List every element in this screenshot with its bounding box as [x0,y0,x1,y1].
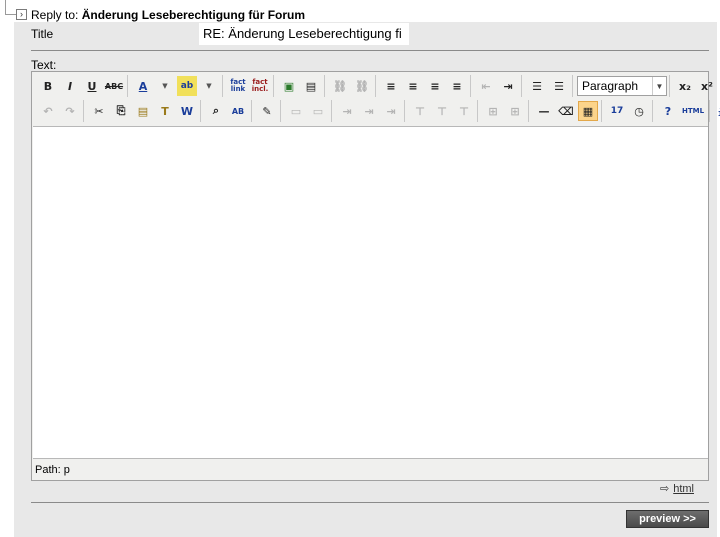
toolbar-group-table-merge: ⊞ ⊞ [480,100,529,122]
copy-button[interactable]: ⎘ [111,101,131,121]
toolbar-group-clipboard: ✂ ⎘ ▤ T W [86,100,201,122]
dropdown-arrow-icon[interactable]: ▼ [199,76,219,96]
replace-button[interactable]: AB [228,101,248,121]
text-label: Text: [31,58,57,72]
col-insert-after-button[interactable]: ⊤ [432,101,452,121]
char-map-button[interactable]: AA123 [715,101,720,121]
arrow-right-icon: ⇨ [660,483,670,495]
indent-button[interactable]: ⇥ [498,76,518,96]
insert-time-button[interactable]: ◷ [629,101,649,121]
editor-content-area[interactable] [33,126,708,459]
format-select[interactable]: Paragraph ▼ [577,76,667,96]
subscript-button[interactable]: x₂ [675,76,695,96]
toolbar-group-link: ⛓ ⛓ [327,75,376,97]
highlight-color-button[interactable]: ab [177,76,197,96]
table-merge-button[interactable]: ⊞ [505,101,525,121]
save-button[interactable]: ▤ [301,76,321,96]
col-after-button[interactable]: ⇥ [381,101,401,121]
table-split-button[interactable]: ⊞ [483,101,503,121]
superscript-button[interactable]: x² [697,76,717,96]
chevron-down-icon: ▼ [652,77,666,95]
tree-line-horizontal [5,14,16,15]
toolbar-group-help: ? HTML [655,100,710,122]
paste-word-button[interactable]: W [177,101,197,121]
reply-header: Reply to: Änderung Leseberechtigung für … [31,8,305,22]
edit-button[interactable]: ✎ [257,101,277,121]
table-button[interactable]: ▦ [578,101,598,121]
title-label: Title [31,27,54,41]
toolbar-group-block: Paragraph ▼ [575,75,670,97]
align-right-button[interactable]: ≡ [425,76,445,96]
html-toggle-link[interactable]: ⇨ html [660,482,694,496]
numbered-list-button[interactable]: ☰ [549,76,569,96]
paste-text-button[interactable]: T [155,101,175,121]
toolbar-group-script: x₂ x² Ω [672,75,720,97]
col-before-button[interactable]: ⇥ [359,101,379,121]
expand-icon[interactable]: › [16,9,27,20]
toolbar-group-indent: ⇤ ⇥ [473,75,522,97]
cut-button[interactable]: ✂ [89,101,109,121]
preview-button[interactable]: preview >> [626,510,709,528]
tree-line-vertical [5,0,6,14]
toolbar-group-table-ops: ⇥ ⇥ ⇥ [334,100,405,122]
toolbar-group-search: ⌕ AB [203,100,252,122]
horizontal-rule-button[interactable]: — [534,101,554,121]
remove-format-button[interactable]: ⌫ [556,101,576,121]
reply-topic: Änderung Leseberechtigung für Forum [81,8,306,22]
toolbar-group-color: A ▼ ab ▼ [130,75,223,97]
underline-button[interactable]: U [82,76,102,96]
insert-date-button[interactable]: 17 [607,101,627,121]
toolbar-group-charmap: AA123 [712,100,720,122]
redo-button[interactable]: ↷ [60,101,80,121]
title-input[interactable]: RE: Änderung Leseberechtigung fi [199,23,409,45]
toolbar-group-edit: ✎ [254,100,281,122]
format-select-value: Paragraph [582,79,639,93]
col-delete-button[interactable]: ⊤ [454,101,474,121]
delete-row-button[interactable]: ⇥ [337,101,357,121]
link-button[interactable]: ⛓ [330,76,350,96]
toolbar-row-1: B I U ABC A ▼ ab ▼ fact link fact incl. ▣ … [35,75,720,97]
fact-incl-button[interactable]: fact incl. [250,76,270,96]
row-after-button[interactable]: ▭ [308,101,328,121]
fact-link-button[interactable]: fact link [228,76,248,96]
toolbar-group-format: B I U ABC [35,75,128,97]
toolbar-group-lists: ☰ ☰ [524,75,573,97]
find-button[interactable]: ⌕ [206,101,226,121]
toolbar-row-2: ↶ ↷ ✂ ⎘ ▤ T W ⌕ AB ✎ ▭ ▭ ⇥ ⇥ ⇥ ⊤ ⊤ ⊤ ⊞ ⊞… [35,100,720,122]
toolbar-group-datetime: 17 ◷ [604,100,653,122]
toolbar-group-history: ↶ ↷ [35,100,84,122]
italic-button[interactable]: I [60,76,80,96]
undo-button[interactable]: ↶ [38,101,58,121]
align-left-button[interactable]: ≡ [381,76,401,96]
unlink-button[interactable]: ⛓ [352,76,372,96]
bullet-list-button[interactable]: ☰ [527,76,547,96]
paste-button[interactable]: ▤ [133,101,153,121]
text-color-button[interactable]: A [133,76,153,96]
insert-image-button[interactable]: ▣ [279,76,299,96]
row-before-button[interactable]: ▭ [286,101,306,121]
toolbar-group-table-rows: ▭ ▭ [283,100,332,122]
reply-prefix: Reply to: [31,8,79,22]
rich-text-editor: B I U ABC A ▼ ab ▼ fact link fact incl. ▣ … [31,71,720,481]
align-justify-button[interactable]: ≡ [447,76,467,96]
col-insert-button[interactable]: ⊤ [410,101,430,121]
dropdown-arrow-icon[interactable]: ▼ [155,76,175,96]
divider [31,502,709,503]
bold-button[interactable]: B [38,76,58,96]
toolbar-group-table-cols: ⊤ ⊤ ⊤ [407,100,478,122]
help-button[interactable]: ? [658,101,678,121]
align-center-button[interactable]: ≡ [403,76,423,96]
divider [31,50,709,51]
outdent-button[interactable]: ⇤ [476,76,496,96]
editor-path-bar: Path: p [35,464,70,476]
toolbar-group-insert: — ⌫ ▦ [531,100,602,122]
toolbar-group-align: ≡ ≡ ≡ ≡ [378,75,471,97]
html-link-label: html [673,482,694,495]
html-source-button[interactable]: HTML [680,101,706,121]
toolbar-group-fact: fact link fact incl. [225,75,274,97]
strikethrough-button[interactable]: ABC [104,76,124,96]
toolbar-group-media: ▣ ▤ [276,75,325,97]
